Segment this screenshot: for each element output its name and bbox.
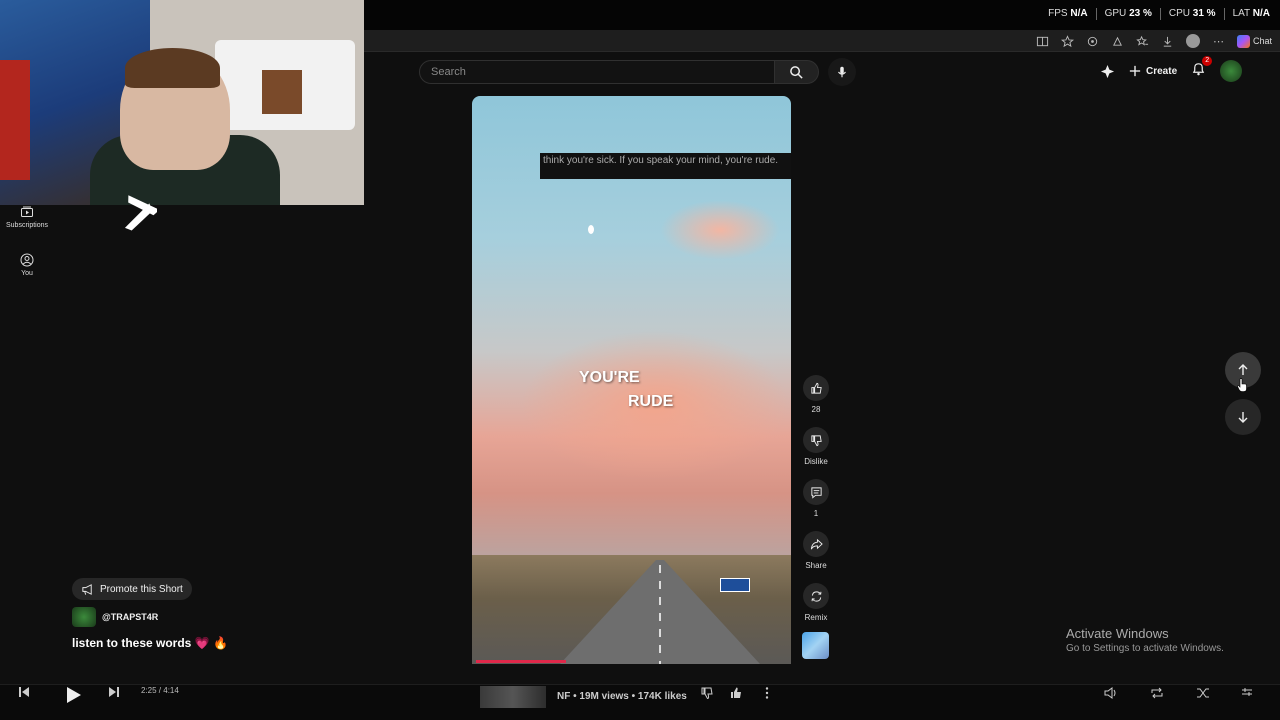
mouse-cursor-icon	[1237, 378, 1247, 392]
fps-stat: FPS N/A	[1048, 8, 1088, 19]
chat-label: Chat	[1252, 36, 1272, 46]
dislike-track-icon[interactable]	[700, 686, 714, 700]
activate-windows-title: Activate Windows	[1066, 626, 1169, 641]
performance-stats: FPS N/A GPU 23 % CPU 31 % LAT N/A	[1048, 8, 1270, 20]
next-track-icon[interactable]	[108, 686, 120, 698]
video-road-line	[659, 565, 661, 664]
copilot-chat-button[interactable]: Chat	[1236, 34, 1272, 48]
notifications-button[interactable]: 2	[1191, 56, 1213, 81]
webcam-streamer-hair	[125, 48, 220, 88]
header-actions: Create 2	[1100, 56, 1243, 82]
thumbs-down-icon	[810, 434, 822, 446]
webcam-overlay	[0, 0, 364, 205]
promote-short-button[interactable]: Promote this Short	[72, 578, 192, 600]
volume-icon[interactable]	[1104, 686, 1118, 700]
like-track-icon[interactable]	[729, 686, 743, 700]
video-road-sign	[720, 578, 750, 592]
sidebar-item-label: You	[21, 270, 33, 277]
split-screen-icon[interactable]	[1036, 35, 1049, 48]
like-button[interactable]: 28	[799, 375, 833, 414]
dislike-button[interactable]: Dislike	[799, 427, 833, 466]
track-thumbnail[interactable]	[480, 686, 546, 708]
comment-icon	[810, 486, 822, 499]
account-avatar[interactable]	[1220, 60, 1243, 82]
remix-icon	[811, 590, 821, 602]
more-vertical-icon[interactable]	[760, 686, 774, 700]
video-caption: think you're sick. If you speak your min…	[540, 153, 791, 179]
lyric-line-2: RUDE	[628, 393, 674, 410]
sidebar-item-subscriptions[interactable]: Subscriptions	[0, 205, 54, 229]
you-icon	[20, 253, 34, 267]
like-count: 28	[811, 405, 821, 414]
notification-badge: 2	[1202, 56, 1213, 66]
comments-button[interactable]: 1	[799, 479, 833, 518]
ai-assistant-icon[interactable]	[1100, 64, 1115, 79]
megaphone-icon	[82, 583, 92, 595]
webcam-shirt-print	[262, 70, 302, 114]
video-cloud	[660, 200, 780, 260]
promote-label: Promote this Short	[100, 583, 183, 595]
channel-avatar[interactable]	[72, 607, 96, 627]
channel-link[interactable]: @TRAPST4R	[72, 607, 158, 627]
search-button[interactable]	[775, 60, 819, 84]
create-button[interactable]: Create	[1129, 65, 1177, 77]
sidebar-item-label: Subscriptions	[5, 222, 49, 229]
video-progress-bar[interactable]	[476, 660, 566, 663]
browser-toolbar-icons: ⋯ Chat	[1036, 34, 1272, 48]
search-icon	[790, 65, 803, 79]
short-description: listen to these words 💗 🔥	[72, 636, 228, 650]
sound-thumbnail[interactable]	[802, 632, 829, 659]
voice-search-button[interactable]	[828, 58, 856, 86]
next-short-button[interactable]	[1225, 399, 1261, 435]
plus-icon	[1129, 65, 1141, 77]
downloads-icon[interactable]	[1161, 35, 1174, 48]
dislike-label: Dislike	[804, 457, 828, 466]
play-icon[interactable]	[62, 684, 84, 706]
browser-toolbar: ⋯ Chat	[364, 30, 1280, 52]
copilot-icon	[1236, 34, 1250, 48]
arrow-up-icon	[1238, 364, 1248, 375]
performance-icon[interactable]	[1111, 35, 1124, 48]
lat-stat: LAT N/A	[1232, 8, 1270, 19]
gpu-stat: GPU 23 %	[1104, 8, 1152, 19]
create-label: Create	[1146, 65, 1178, 77]
favorite-star-icon[interactable]	[1060, 34, 1074, 48]
subscriptions-icon	[21, 206, 33, 217]
expand-player-icon[interactable]	[1240, 686, 1254, 700]
lyric-line-1: YOU'RE	[579, 369, 640, 386]
shuffle-icon[interactable]	[1196, 686, 1210, 700]
cpu-stat: CPU 31 %	[1168, 8, 1216, 19]
video-moon	[588, 225, 594, 234]
arrow-down-icon	[1238, 412, 1248, 423]
previous-track-icon[interactable]	[18, 686, 30, 698]
sidebar-item-you[interactable]: You	[0, 253, 54, 277]
remix-button[interactable]: Remix	[799, 583, 833, 622]
more-options-icon[interactable]: ⋯	[1212, 35, 1225, 48]
search-placeholder: Search	[431, 66, 466, 78]
comment-count: 1	[813, 509, 819, 518]
webcam-background-object	[0, 60, 30, 180]
share-button[interactable]: Share	[799, 531, 833, 570]
share-icon	[810, 538, 823, 549]
track-info: NF • 19M views • 174K likes	[557, 691, 687, 702]
browser-profile-avatar[interactable]	[1185, 34, 1200, 48]
repeat-icon[interactable]	[1150, 686, 1164, 700]
channel-name[interactable]: @TRAPST4R	[102, 612, 158, 622]
activate-windows-subtitle: Go to Settings to activate Windows.	[1066, 643, 1224, 654]
search-input[interactable]: Search	[419, 60, 775, 84]
share-label: Share	[805, 561, 827, 570]
playback-time: 2:25 / 4:14	[141, 686, 179, 695]
microphone-icon	[838, 66, 846, 78]
remix-label: Remix	[804, 613, 828, 622]
thumbs-up-icon	[810, 382, 822, 394]
favorites-list-icon[interactable]	[1136, 35, 1149, 48]
music-player-bar	[0, 684, 1280, 720]
streamer-logo-icon	[124, 195, 157, 231]
extensions-icon[interactable]	[1086, 35, 1099, 48]
